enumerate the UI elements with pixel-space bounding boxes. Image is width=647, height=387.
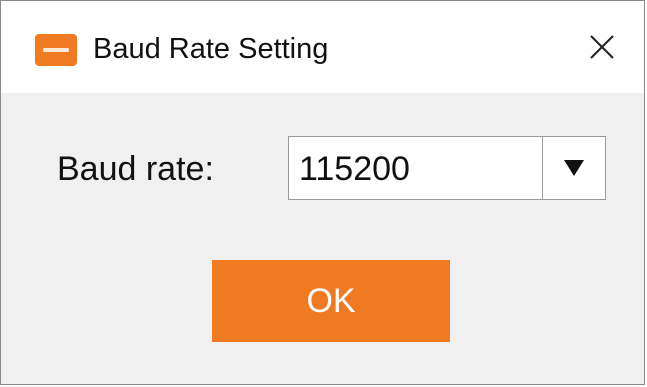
dropdown-arrow-button[interactable]: [543, 137, 605, 199]
close-button[interactable]: [578, 23, 626, 71]
triangle-down-icon: [564, 160, 584, 176]
baud-rate-label: Baud rate:: [57, 150, 214, 188]
window-title: Baud Rate Setting: [93, 33, 329, 65]
baud-rate-dialog: Baud Rate Setting Baud rate: 115200 OK: [0, 0, 645, 385]
baud-rate-dropdown[interactable]: 115200: [288, 136, 606, 200]
title-bar: Baud Rate Setting: [1, 1, 644, 93]
app-logo-icon: [35, 34, 77, 66]
baud-rate-value: 115200: [299, 150, 410, 188]
ok-button[interactable]: OK: [212, 260, 450, 342]
close-icon: [590, 35, 614, 59]
